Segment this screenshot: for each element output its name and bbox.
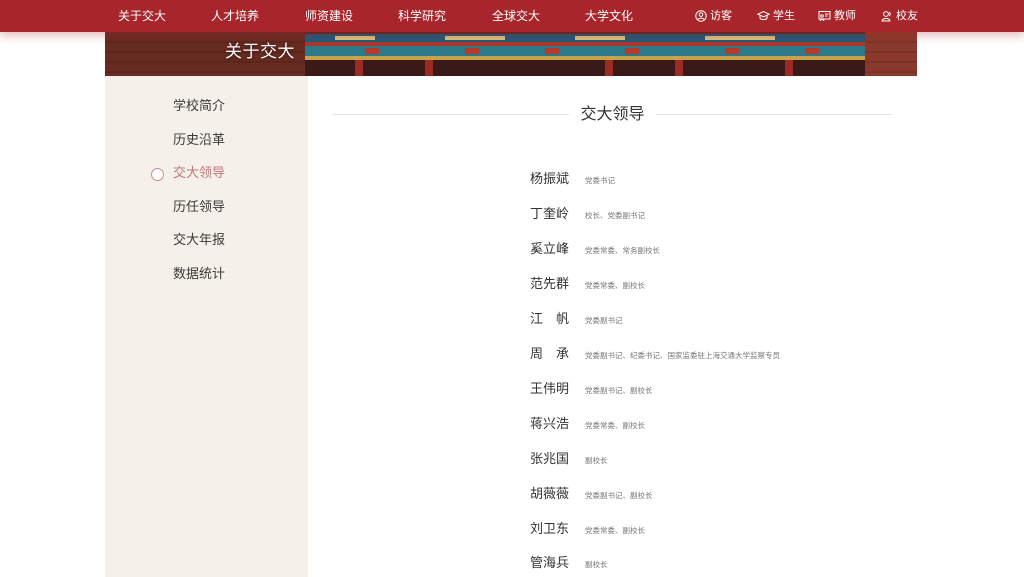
leader-name[interactable]: 周 承 — [530, 345, 570, 365]
sidebar-menu: 学校简介 历史沿革 交大领导 历任领导 交大年报 数据统计 — [105, 76, 308, 577]
nav-item-faculty[interactable]: 师资建设 — [305, 0, 353, 32]
leader-title: 党委常委、常务副校长 — [585, 246, 660, 255]
banner-title: 关于交大 — [225, 42, 295, 62]
leader-row: 刘卫东 党委常委、副校长 — [530, 520, 910, 540]
leader-name[interactable]: 范先群 — [530, 275, 570, 295]
leader-title: 党委副书记、副校长 — [585, 491, 653, 500]
leader-title: 党委副书记、纪委书记、国家监委驻上海交通大学监察专员 — [585, 351, 780, 360]
leader-name[interactable]: 刘卫东 — [530, 520, 570, 540]
leader-name[interactable]: 丁奎岭 — [530, 205, 570, 225]
leader-title: 副校长 — [585, 456, 608, 465]
alumni-link[interactable]: 校友 — [881, 0, 918, 32]
teacher-link[interactable]: 教师 — [818, 0, 856, 32]
leader-title: 党委副书记 — [585, 316, 623, 325]
sidebar-item-annual-report[interactable]: 交大年报 — [173, 231, 225, 251]
teacher-board-icon — [818, 10, 831, 22]
leader-name[interactable]: 张兆国 — [530, 450, 570, 470]
leader-row: 江 帆 党委副书记 — [530, 310, 910, 330]
sidebar-item-leadership[interactable]: 交大领导 — [173, 164, 225, 184]
nav-item-about[interactable]: 关于交大 — [118, 0, 166, 32]
leader-title: 副校长 — [585, 560, 608, 569]
section-title: 交大领导 — [333, 102, 892, 126]
leader-title: 校长、党委副书记 — [585, 211, 645, 220]
leader-row: 杨振斌 党委书记 — [530, 170, 910, 190]
leader-name[interactable]: 王伟明 — [530, 380, 570, 400]
alumni-label: 校友 — [896, 9, 918, 22]
student-link[interactable]: 学生 — [757, 0, 795, 32]
leader-row: 蒋兴浩 党委常委、副校长 — [530, 415, 910, 435]
visitor-link[interactable]: 访客 — [695, 0, 732, 32]
sidebar-item-statistics[interactable]: 数据统计 — [173, 265, 225, 285]
nav-item-education[interactable]: 人才培养 — [211, 0, 259, 32]
leader-name[interactable]: 蒋兴浩 — [530, 415, 570, 435]
visitor-label: 访客 — [710, 9, 732, 22]
leader-title: 党委常委、副校长 — [585, 281, 645, 290]
student-label: 学生 — [773, 9, 795, 22]
leader-row: 管海兵 副校长 — [530, 554, 910, 574]
leader-title: 党委副书记、副校长 — [585, 386, 653, 395]
leader-row: 奚立峰 党委常委、常务副校长 — [530, 240, 910, 260]
leader-row: 胡薇薇 党委副书记、副校长 — [530, 485, 910, 505]
sidebar-item-former-leaders[interactable]: 历任领导 — [173, 198, 225, 218]
page-banner: 关于交大 — [105, 32, 917, 76]
sidebar-item-school-intro[interactable]: 学校简介 — [173, 97, 225, 117]
nav-item-culture[interactable]: 大学文化 — [585, 0, 633, 32]
section-header: 交大领导 — [333, 102, 892, 126]
nav-item-research[interactable]: 科学研究 — [398, 0, 446, 32]
section-title-text: 交大领导 — [572, 104, 653, 123]
leader-name[interactable]: 江 帆 — [530, 310, 570, 330]
nav-item-global[interactable]: 全球交大 — [492, 0, 540, 32]
leader-row: 张兆国 副校长 — [530, 450, 910, 470]
leader-title: 党委书记 — [585, 176, 615, 185]
leader-name[interactable]: 杨振斌 — [530, 170, 570, 190]
leader-name[interactable]: 管海兵 — [530, 554, 570, 574]
leader-title: 党委常委、副校长 — [585, 421, 645, 430]
leader-name[interactable]: 胡薇薇 — [530, 485, 570, 505]
teacher-label: 教师 — [834, 9, 856, 22]
leader-name[interactable]: 奚立峰 — [530, 240, 570, 260]
leader-row: 丁奎岭 校长、党委副书记 — [530, 205, 910, 225]
sidebar-item-history[interactable]: 历史沿革 — [173, 131, 225, 151]
leader-title: 党委常委、副校长 — [585, 526, 645, 535]
top-navigation-bar: 关于交大 人才培养 师资建设 科学研究 全球交大 大学文化 访客 学生 教师 校… — [0, 0, 1024, 32]
leader-row: 王伟明 党委副书记、副校长 — [530, 380, 910, 400]
graduation-cap-icon — [757, 10, 770, 22]
leader-row: 周 承 党委副书记、纪委书记、国家监委驻上海交通大学监察专员 — [530, 345, 910, 365]
alumni-users-icon — [881, 10, 893, 22]
leader-row: 范先群 党委常委、副校长 — [530, 275, 910, 295]
active-indicator-circle-icon — [151, 168, 164, 181]
user-circle-icon — [695, 10, 707, 22]
